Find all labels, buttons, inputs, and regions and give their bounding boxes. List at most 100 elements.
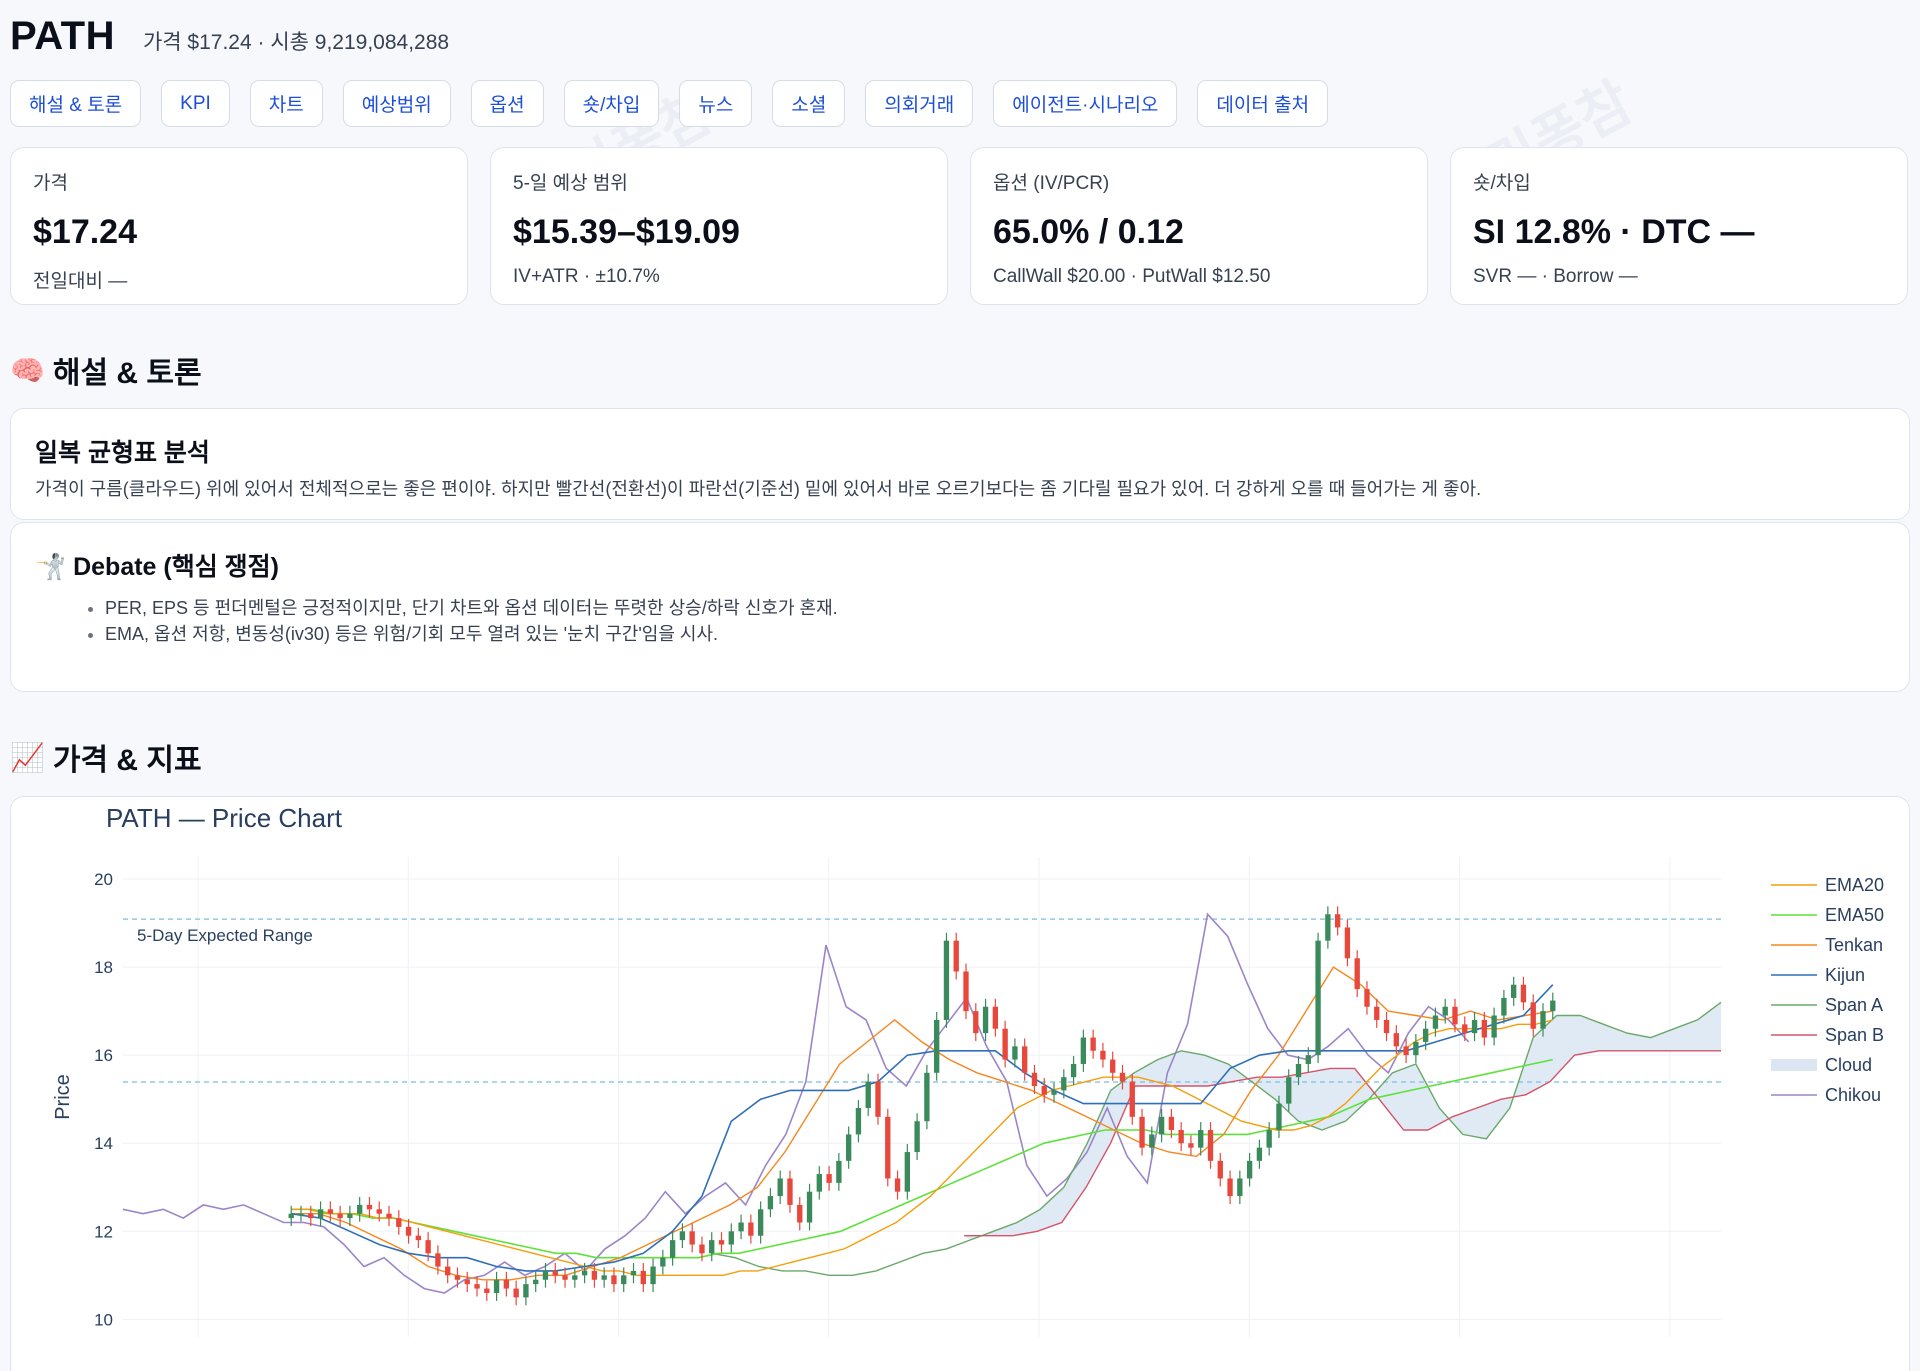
tab-chart[interactable]: 차트 [249, 80, 323, 127]
candle-body [689, 1231, 695, 1245]
candle-body [963, 971, 969, 1012]
candle-body [934, 1019, 940, 1073]
tab-social[interactable]: 소셜 [772, 80, 846, 127]
y-tick-label: 16 [94, 1046, 113, 1065]
candle-body [1090, 1037, 1096, 1051]
section-title-price: 📈 가격 & 지표 [10, 735, 202, 779]
tenkan-line [291, 966, 1553, 1281]
candle-body [1217, 1160, 1223, 1179]
tab-kpi[interactable]: KPI [161, 80, 230, 127]
candle-body [425, 1240, 431, 1254]
tab-agent-scenario[interactable]: 에이전트·시나리오 [993, 80, 1178, 127]
price-chart[interactable]: 10 12 14 16 18 20 PATH — Price Chart Price 5-Day… [11, 797, 1909, 1371]
candle-body [298, 1213, 304, 1216]
candle-body [405, 1226, 412, 1236]
candle-body [1061, 1077, 1067, 1091]
candle-body [1364, 989, 1370, 1007]
candle-body [464, 1279, 470, 1285]
candle-body [1207, 1130, 1214, 1161]
expected-range-annotation: 5-Day Expected Range [137, 926, 313, 945]
candle-body [943, 940, 950, 1020]
candle-body [1295, 1063, 1302, 1078]
candle-body [1041, 1085, 1047, 1095]
candle-body [953, 940, 959, 972]
candle-body [415, 1235, 422, 1241]
legend-label: EMA50 [1825, 905, 1884, 925]
tab-news[interactable]: 뉴스 [679, 80, 753, 127]
y-tick-label: 14 [94, 1134, 113, 1153]
candle-body [376, 1209, 382, 1214]
candle-body [836, 1160, 842, 1183]
candle-body [601, 1275, 607, 1280]
kpi-sub: 전일대비 — [33, 271, 128, 292]
tab-data-sources[interactable]: 데이터 출처 [1197, 80, 1329, 127]
debate-point: PER, EPS 등 펀더멘털은 긍정적이지만, 단기 차트와 옵션 데이터는 … [105, 595, 1885, 621]
analysis-card: 일복 균형표 분석 가격이 구름(클라우드) 위에 있어서 전체적으로는 좋은 … [10, 408, 1910, 520]
candle-body [1471, 1019, 1478, 1034]
chikou-line [122, 912, 1470, 1294]
kpi-value: 65.0% / 0.12 [993, 213, 1184, 251]
candle-body [308, 1213, 314, 1219]
candle-body [1100, 1050, 1106, 1060]
chart-title: PATH — Price Chart [106, 803, 343, 833]
page-header: PATH 가격 $17.24 · 시총 9,219,084,288 [10, 14, 449, 59]
candle-body [894, 1178, 901, 1192]
ticker-title: PATH [10, 14, 115, 58]
candle-body [484, 1288, 490, 1293]
candle-body [533, 1279, 539, 1285]
candle-body [806, 1191, 813, 1223]
candle-body [1452, 1006, 1458, 1025]
candle-body [1305, 1055, 1311, 1064]
price-market-cap: 가격 $17.24 · 시총 9,219,084,288 [142, 31, 450, 54]
candle-body [924, 1072, 930, 1122]
tab-options[interactable]: 옵션 [470, 80, 544, 127]
tab-commentary[interactable]: 해설 & 토론 [10, 80, 142, 127]
kpi-value: SI 12.8% · DTC — [1473, 213, 1755, 251]
candle-body [1540, 1011, 1546, 1029]
analysis-title: 일복 균형표 분석 [35, 439, 210, 467]
candle-body [581, 1270, 588, 1276]
candle-body [1442, 1006, 1448, 1016]
candle-body [288, 1213, 294, 1219]
brain-icon: 🧠 [10, 354, 45, 386]
kpi-options: 옵션 (IV/PCR) 65.0% / 0.12 CallWall $20.00… [970, 147, 1428, 305]
candle-body [904, 1152, 910, 1192]
legend-label: EMA20 [1825, 875, 1884, 895]
candle-body [552, 1270, 558, 1276]
tab-expected-range[interactable]: 예상범위 [342, 80, 451, 127]
candle-body [865, 1081, 871, 1109]
candle-body [699, 1244, 705, 1254]
candle-body [1256, 1147, 1263, 1161]
candle-body [748, 1222, 754, 1236]
candle-body [1344, 927, 1351, 959]
candle-body [366, 1204, 373, 1210]
candle-body [337, 1213, 343, 1219]
candle-body [445, 1266, 451, 1276]
debate-title: 🤺 Debate (핵심 쟁점) [35, 547, 1885, 583]
candle-body [503, 1279, 510, 1289]
y-tick-label: 18 [94, 958, 113, 977]
candle-body [1393, 1033, 1399, 1047]
fencer-icon: 🤺 [35, 553, 67, 581]
legend-label: Cloud [1825, 1055, 1872, 1075]
candle-body [914, 1121, 920, 1153]
candle-body [1511, 984, 1517, 998]
candle-body [1158, 1116, 1165, 1135]
tab-congress-trades[interactable]: 의회거래 [865, 80, 974, 127]
candle-body [1188, 1143, 1194, 1148]
section-tabs: 해설 & 토론 KPI 차트 예상범위 옵션 숏/차입 뉴스 소셜 의회거래 에… [10, 80, 1329, 127]
candle-body [973, 1011, 979, 1034]
candle-body [396, 1218, 402, 1227]
candle-body [621, 1275, 627, 1285]
tab-short-borrow[interactable]: 숏/차입 [563, 80, 660, 127]
candle-body [757, 1209, 764, 1236]
candle-body [454, 1275, 461, 1280]
kpi-value: $15.39–$19.09 [513, 213, 740, 251]
candle-body [474, 1284, 480, 1289]
candle-body [435, 1253, 441, 1267]
analysis-text: 가격이 구름(클라우드) 위에 있어서 전체적으로는 좋은 편이야. 하지만 빨… [35, 479, 1482, 499]
legend-label: Kijun [1825, 965, 1865, 985]
candle-body [317, 1209, 324, 1219]
kpi-sub: CallWall $20.00 · PutWall $12.50 [993, 266, 1271, 287]
legend-label: Tenkan [1825, 935, 1883, 955]
